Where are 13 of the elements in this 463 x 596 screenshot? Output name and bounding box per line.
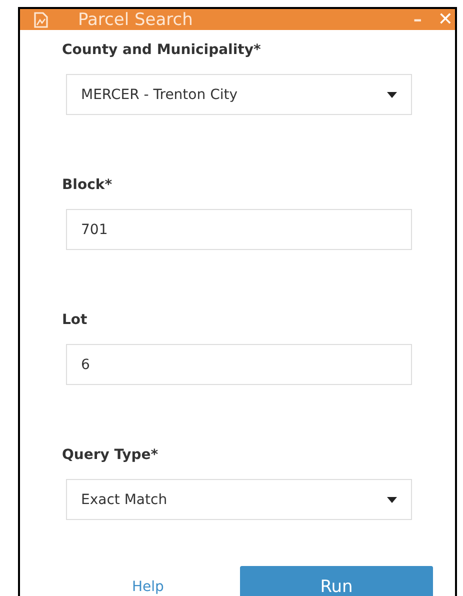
- input-field[interactable]: 701: [66, 209, 412, 250]
- field-label: Query Type*: [62, 447, 160, 465]
- caret-icon: [387, 92, 397, 98]
- help-link[interactable]: Help: [132, 578, 240, 594]
- field-label: Block*: [62, 177, 114, 195]
- field-label: County and Municipality*: [62, 42, 262, 60]
- input-field[interactable]: 6: [66, 344, 412, 385]
- window-title: Parcel Search: [78, 10, 194, 30]
- run-button[interactable]: Run: [240, 566, 433, 596]
- dropdown[interactable]: MERCER - Trenton City: [66, 74, 412, 115]
- dropdown[interactable]: Exact Match: [66, 479, 412, 520]
- caret-icon: [387, 496, 397, 502]
- field-label: Lot: [62, 312, 88, 330]
